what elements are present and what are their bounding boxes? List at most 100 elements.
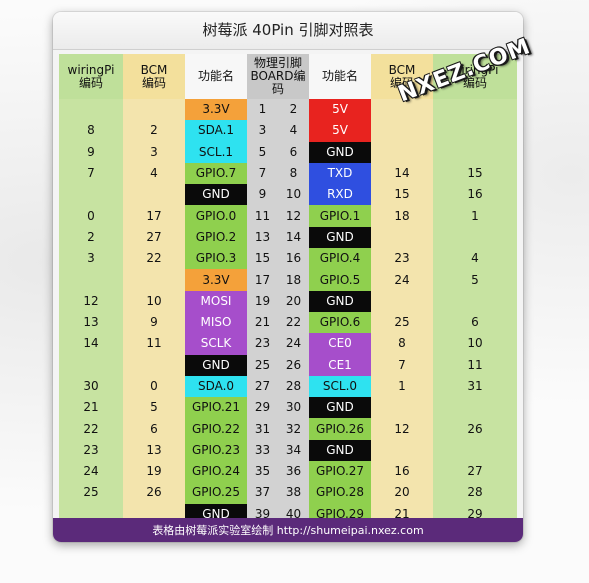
wiringpi-right-cell (433, 439, 517, 462)
wiringpi-left-cell: 25 (59, 482, 123, 504)
function-right-cell: GND (309, 439, 371, 462)
bcm-right-cell (371, 290, 433, 312)
bcm-left-cell: 22 (123, 248, 185, 270)
bcm-right-cell: 24 (371, 269, 433, 291)
bcm-right-cell (371, 226, 433, 249)
wiringpi-right-cell: 26 (433, 418, 517, 440)
wiringpi-left-cell: 7 (59, 162, 123, 185)
function-left-cell: GPIO.22 (185, 418, 247, 440)
bcm-right-cell: 25 (371, 311, 433, 334)
wiringpi-right-cell: 4 (433, 248, 517, 270)
wiringpi-right-cell (433, 226, 517, 249)
bcm-right-cell: 8 (371, 333, 433, 355)
wiringpi-right-cell: 5 (433, 269, 517, 291)
table-row: 2 27 GPIO.2 13 14 GND (59, 226, 517, 249)
bcm-right-cell: 12 (371, 418, 433, 440)
wiringpi-right-cell: 11 (433, 354, 517, 376)
wiringpi-left-cell: 2 (59, 226, 123, 249)
wiringpi-right-cell: 10 (433, 333, 517, 355)
wiringpi-left-cell: 24 (59, 461, 123, 483)
function-right-cell: GPIO.28 (309, 482, 371, 504)
bcm-right-cell (371, 120, 433, 142)
function-right-cell: GND (309, 397, 371, 419)
table-row: GND 9 10 RXD 15 16 (59, 184, 517, 206)
function-left-cell: 3.3V (185, 99, 247, 121)
bcm-right-cell (371, 397, 433, 419)
function-left-cell: SCLK (185, 333, 247, 355)
table-row: 24 19 GPIO.24 35 36 GPIO.27 16 27 (59, 461, 517, 483)
table-body: 3.3V 1 2 5V 8 2 SDA.1 3 4 5V 9 3 SCL.1 5 6 GND 7 4 GPIO.7 7… (59, 99, 517, 525)
board-pin-right-cell: 36 (278, 461, 309, 483)
board-pin-left-cell: 9 (247, 184, 278, 206)
function-right-cell: GPIO.27 (309, 461, 371, 483)
wiringpi-left-cell: 3 (59, 248, 123, 270)
board-pin-right-cell: 24 (278, 333, 309, 355)
function-left-cell: GND (185, 184, 247, 206)
board-pin-left-cell: 33 (247, 439, 278, 462)
board-pin-right-cell: 32 (278, 418, 309, 440)
table-row: 12 10 MOSI 19 20 GND (59, 290, 517, 312)
wiringpi-left-cell: 9 (59, 141, 123, 163)
board-pin-left-cell: 23 (247, 333, 278, 355)
bcm-left-cell: 6 (123, 418, 185, 440)
wiringpi-right-cell (433, 290, 517, 312)
function-left-cell: GPIO.24 (185, 461, 247, 483)
wiringpi-right-cell: 15 (433, 162, 517, 185)
function-right-cell: TXD (309, 162, 371, 185)
bcm-right-cell (371, 439, 433, 462)
board-pin-left-cell: 19 (247, 290, 278, 312)
wiringpi-right-cell: 16 (433, 184, 517, 206)
table-row: 25 26 GPIO.25 37 38 GPIO.28 20 28 (59, 482, 517, 504)
table-row: 23 13 GPIO.23 33 34 GND (59, 439, 517, 462)
wiringpi-left-cell: 8 (59, 120, 123, 142)
wiringpi-right-cell: 31 (433, 375, 517, 398)
bcm-left-cell (123, 269, 185, 291)
board-pin-left-cell: 7 (247, 162, 278, 185)
bcm-left-cell: 9 (123, 311, 185, 334)
bcm-right-cell (371, 141, 433, 163)
pinout-card: 树莓派 40Pin 引脚对照表 wiringPi 编码 BCM 编码 功能名 物… (53, 12, 523, 542)
function-left-cell: SCL.1 (185, 141, 247, 163)
board-pin-right-cell: 12 (278, 205, 309, 227)
board-pin-right-cell: 30 (278, 397, 309, 419)
function-left-cell: GND (185, 354, 247, 376)
function-right-cell: GPIO.5 (309, 269, 371, 291)
board-pin-left-cell: 1 (247, 99, 278, 121)
function-left-cell: GPIO.23 (185, 439, 247, 462)
function-right-cell: CE1 (309, 354, 371, 376)
function-left-cell: GPIO.0 (185, 205, 247, 227)
header-function-left: 功能名 (185, 54, 247, 99)
board-pin-right-cell: 2 (278, 99, 309, 121)
bcm-right-cell: 14 (371, 162, 433, 185)
board-pin-right-cell: 10 (278, 184, 309, 206)
board-pin-left-cell: 35 (247, 461, 278, 483)
wiringpi-right-cell: 28 (433, 482, 517, 504)
board-pin-right-cell: 34 (278, 439, 309, 462)
bcm-left-cell: 0 (123, 375, 185, 398)
board-pin-left-cell: 13 (247, 226, 278, 249)
table-row: 7 4 GPIO.7 7 8 TXD 14 15 (59, 162, 517, 185)
board-pin-left-cell: 21 (247, 311, 278, 334)
wiringpi-left-cell: 14 (59, 333, 123, 355)
board-pin-left-cell: 31 (247, 418, 278, 440)
wiringpi-left-cell: 13 (59, 311, 123, 334)
wiringpi-left-cell (59, 184, 123, 206)
table-row: 21 5 GPIO.21 29 30 GND (59, 397, 517, 419)
header-function-right: 功能名 (309, 54, 371, 99)
table-row: 0 17 GPIO.0 11 12 GPIO.1 18 1 (59, 205, 517, 227)
board-pin-right-cell: 14 (278, 226, 309, 249)
function-left-cell: GPIO.7 (185, 162, 247, 185)
table-row: 13 9 MISO 21 22 GPIO.6 25 6 (59, 311, 517, 334)
bcm-left-cell: 19 (123, 461, 185, 483)
table-row: 3 22 GPIO.3 15 16 GPIO.4 23 4 (59, 248, 517, 270)
bcm-left-cell: 4 (123, 162, 185, 185)
board-pin-left-cell: 3 (247, 120, 278, 142)
board-pin-right-cell: 20 (278, 290, 309, 312)
bcm-right-cell: 18 (371, 205, 433, 227)
board-pin-right-cell: 28 (278, 375, 309, 398)
wiringpi-right-cell: 6 (433, 311, 517, 334)
board-pin-right-cell: 18 (278, 269, 309, 291)
bcm-left-cell: 26 (123, 482, 185, 504)
function-right-cell: GPIO.1 (309, 205, 371, 227)
board-pin-right-cell: 4 (278, 120, 309, 142)
